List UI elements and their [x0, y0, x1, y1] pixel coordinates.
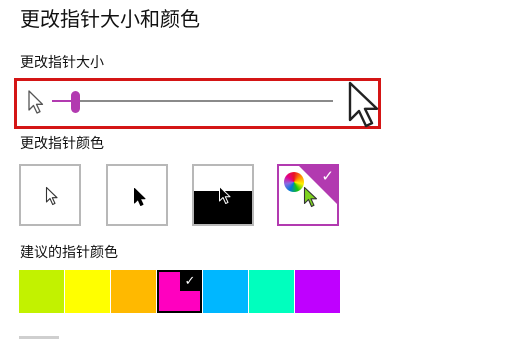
highlight-frame: [14, 78, 381, 129]
swatch-orange[interactable]: [111, 270, 156, 313]
white-pointer-icon: [45, 186, 58, 206]
slider-thumb[interactable]: [71, 91, 80, 113]
inverted-pointer-icon: [219, 186, 231, 204]
black-pointer-icon: [134, 188, 146, 206]
pointer-size-slider[interactable]: [52, 100, 333, 102]
pointer-color-label: 更改指针颜色: [20, 136, 104, 152]
check-icon: ✓: [180, 272, 200, 291]
swatch-aqua[interactable]: [249, 270, 294, 313]
pointer-color-black-option[interactable]: [106, 164, 168, 226]
suggested-colors-label: 建议的指针颜色: [20, 245, 118, 261]
swatch-sky-blue[interactable]: [203, 270, 248, 313]
green-pointer-icon: [303, 186, 318, 208]
large-pointer-icon: [348, 81, 379, 128]
pointer-size-label: 更改指针大小: [20, 55, 104, 71]
pointer-color-custom-option[interactable]: ✓: [277, 164, 339, 226]
pointer-color-inverted-option[interactable]: [192, 164, 254, 226]
swatch-lime[interactable]: [19, 270, 64, 313]
check-icon: ✓: [321, 167, 334, 185]
swatch-magenta[interactable]: ✓: [157, 270, 202, 313]
pointer-color-white-option[interactable]: [19, 164, 81, 226]
swatch-yellow[interactable]: [65, 270, 110, 313]
swatch-purple[interactable]: [295, 270, 340, 313]
color-wheel-icon: [284, 172, 304, 192]
small-pointer-icon: [28, 90, 44, 114]
page-title: 更改指针大小和颜色: [20, 7, 200, 31]
